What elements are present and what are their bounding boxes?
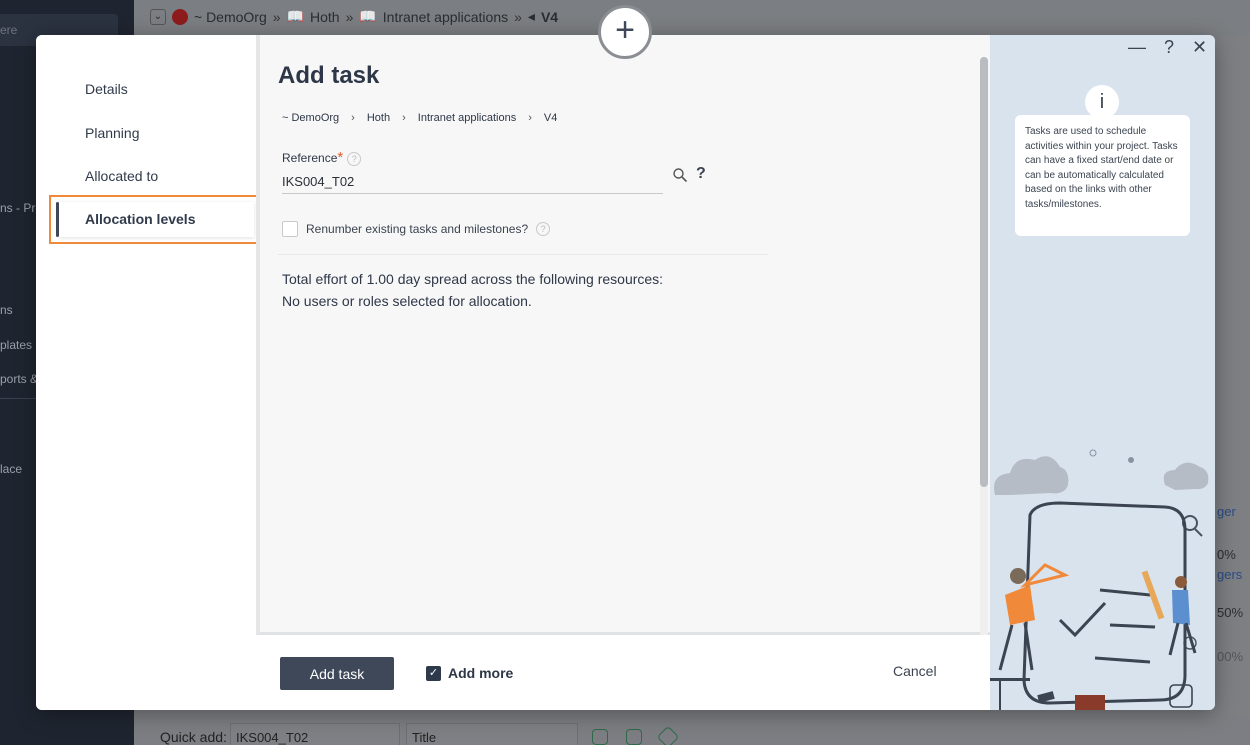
breadcrumb-item[interactable]: Intranet applications [418, 112, 516, 124]
background-search-text: ere [0, 23, 18, 37]
renumber-option[interactable]: Renumber existing tasks and milestones? … [282, 221, 551, 237]
required-mark: * [337, 149, 344, 166]
effort-line: Total effort of 1.00 day spread across t… [282, 271, 664, 287]
dialog-footer: Add task ✓ Add more Cancel [36, 635, 990, 710]
add-task-dialog: Details Planning Allocated to Allocation… [36, 35, 1215, 710]
breadcrumb-item: V4 [540, 8, 559, 25]
add-plus-button[interactable]: + [598, 5, 652, 59]
info-text: Tasks are used to schedule activities wi… [1015, 115, 1190, 236]
renumber-label: Renumber existing tasks and milestones? [306, 222, 529, 236]
background-sidebar-label: ns [0, 303, 13, 317]
milestone-icon[interactable] [656, 725, 680, 745]
divider [278, 254, 768, 255]
help-icon[interactable]: ? [1164, 37, 1174, 58]
background-divider [0, 398, 40, 399]
effort-summary: Total effort of 1.00 day spread across t… [282, 268, 663, 312]
breadcrumb-item[interactable]: ~ DemoOrg [282, 112, 339, 124]
background-text: ger [1217, 504, 1236, 519]
help-circle-icon[interactable]: ? [536, 222, 551, 236]
background-text: 0% [1217, 547, 1236, 562]
breadcrumb-item: Intranet applications [382, 8, 509, 25]
checklist-icon[interactable] [626, 729, 642, 745]
reference-input[interactable] [282, 170, 663, 194]
nav-item-allocated-to[interactable]: Allocated to [85, 168, 158, 184]
info-icon: i [1085, 85, 1119, 119]
reference-label-text: Reference [282, 151, 338, 165]
renumber-checkbox[interactable] [282, 221, 298, 237]
background-text: 50% [1217, 605, 1244, 620]
dialog-content: Add task ~ DemoOrg › Hoth › Intranet app… [256, 35, 990, 635]
quick-add-reference[interactable]: IKS004_T02 [230, 723, 400, 745]
breadcrumb-separator-icon: » [272, 8, 281, 25]
background-sidebar-label: ports & [0, 372, 39, 386]
dialog-nav: Details Planning Allocated to Allocation… [36, 35, 261, 635]
nav-item-details[interactable]: Details [85, 81, 128, 97]
nav-item-planning[interactable]: Planning [85, 125, 140, 141]
close-icon[interactable]: ✕ [1192, 37, 1207, 58]
chevron-right-icon: › [402, 112, 406, 124]
help-icon[interactable]: ? [696, 165, 706, 183]
folder-icon: 📖 [359, 8, 377, 24]
scrollbar-thumb[interactable] [980, 57, 988, 487]
background-quick-add: Quick add: IKS004_T02 Title [134, 715, 1250, 745]
add-more-checkbox[interactable]: ✓ [426, 665, 441, 681]
reference-label: Reference*? [282, 149, 362, 166]
caret-left-icon: ◂ [527, 8, 535, 24]
dialog-breadcrumb: ~ DemoOrg › Hoth › Intranet applications… [282, 112, 557, 124]
chevron-right-icon: › [351, 112, 355, 124]
breadcrumb-separator-icon: » [514, 8, 522, 25]
add-task-button[interactable]: Add task [280, 657, 394, 690]
minimize-icon[interactable]: — [1128, 37, 1146, 58]
breadcrumb-item[interactable]: V4 [544, 112, 557, 124]
quick-add-title[interactable]: Title [406, 723, 578, 745]
help-circle-icon[interactable]: ? [347, 151, 362, 166]
background-text: gers [1217, 567, 1243, 582]
background-breadcrumb: ⌄ ~ DemoOrg » 📖 Hoth » 📖 Intranet applic… [150, 8, 558, 25]
nav-active-indicator [56, 202, 59, 237]
nav-item-allocation-levels[interactable]: Allocation levels [85, 211, 195, 227]
cancel-button[interactable]: Cancel [893, 663, 937, 679]
breadcrumb-item: Hoth [309, 8, 340, 25]
quick-add-label: Quick add: [160, 729, 227, 745]
window-controls: — ? ✕ [1128, 37, 1207, 58]
effort-line: No users or roles selected for allocatio… [282, 293, 532, 309]
background-text: 00% [1217, 649, 1244, 664]
nav-item-allocation-levels-highlight[interactable]: Allocation levels [49, 195, 261, 244]
illustration [990, 449, 1209, 710]
org-logo-icon [172, 8, 188, 25]
folder-icon: 📖 [286, 8, 304, 24]
add-more-label: Add more [448, 665, 514, 681]
dialog-title: Add task [278, 62, 380, 89]
help-side-panel: i Tasks are used to schedule activities … [990, 35, 1215, 710]
task-icon[interactable] [592, 729, 608, 745]
breadcrumb-item[interactable]: Hoth [367, 112, 390, 124]
add-more-option[interactable]: ✓ Add more [426, 665, 513, 681]
chevron-right-icon: › [528, 112, 532, 124]
search-icon[interactable] [672, 167, 688, 183]
background-sidebar-label: lace [0, 462, 23, 476]
chevron-down-icon: ⌄ [150, 8, 166, 25]
breadcrumb-item: ~ DemoOrg [194, 8, 267, 25]
breadcrumb-separator-icon: » [345, 8, 354, 25]
background-sidebar-label: plates [0, 338, 33, 352]
